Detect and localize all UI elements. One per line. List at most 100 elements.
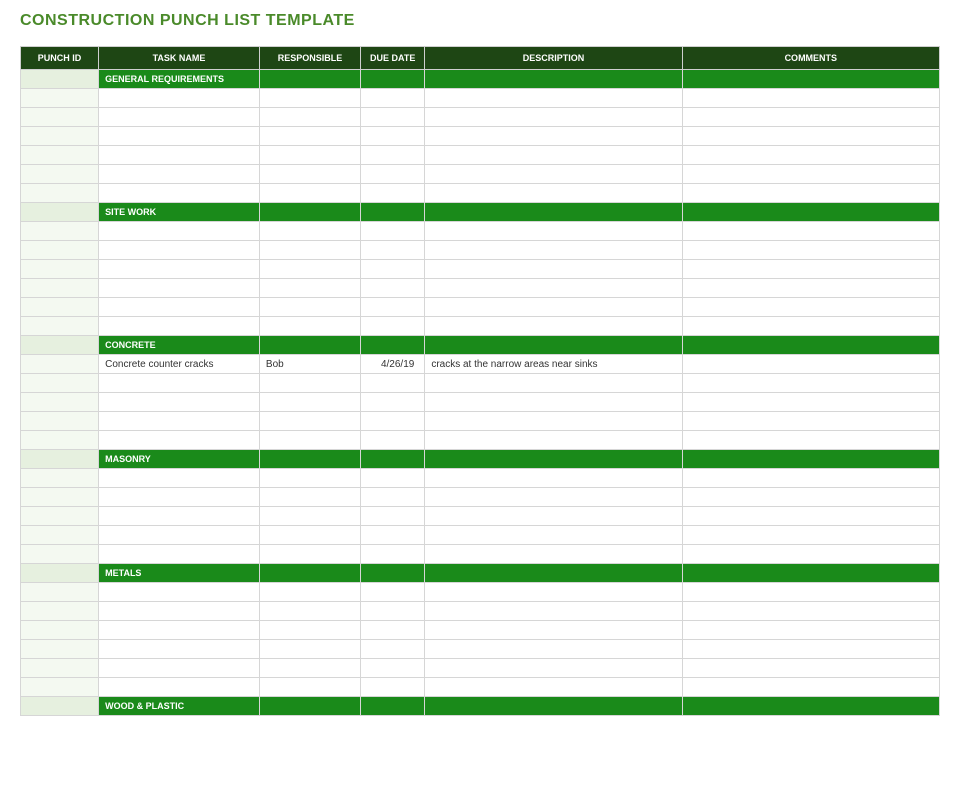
cell-comments[interactable] xyxy=(682,298,939,317)
cell-task-name[interactable] xyxy=(99,621,260,640)
cell-punch-id[interactable] xyxy=(21,621,99,640)
cell-task-name[interactable]: Concrete counter cracks xyxy=(99,355,260,374)
cell-task-name[interactable] xyxy=(99,241,260,260)
cell-comments[interactable] xyxy=(682,469,939,488)
cell-responsible[interactable] xyxy=(259,108,360,127)
cell-description[interactable] xyxy=(425,241,682,260)
cell-due-date[interactable] xyxy=(361,374,425,393)
cell-description[interactable] xyxy=(425,108,682,127)
cell-responsible[interactable] xyxy=(259,374,360,393)
cell-description[interactable] xyxy=(425,393,682,412)
cell-due-date[interactable] xyxy=(361,431,425,450)
cell-description[interactable] xyxy=(425,222,682,241)
cell-punch-id[interactable] xyxy=(21,241,99,260)
cell-punch-id[interactable] xyxy=(21,374,99,393)
cell-punch-id[interactable] xyxy=(21,545,99,564)
cell-task-name[interactable] xyxy=(99,89,260,108)
cell-responsible[interactable] xyxy=(259,317,360,336)
cell-description[interactable] xyxy=(425,678,682,697)
cell-due-date[interactable] xyxy=(361,659,425,678)
cell-task-name[interactable] xyxy=(99,602,260,621)
cell-description[interactable] xyxy=(425,602,682,621)
cell-description[interactable] xyxy=(425,545,682,564)
cell-responsible[interactable] xyxy=(259,488,360,507)
cell-due-date[interactable] xyxy=(361,488,425,507)
cell-responsible[interactable] xyxy=(259,659,360,678)
cell-responsible[interactable] xyxy=(259,602,360,621)
cell-task-name[interactable] xyxy=(99,583,260,602)
cell-description[interactable] xyxy=(425,260,682,279)
cell-task-name[interactable] xyxy=(99,374,260,393)
cell-responsible[interactable] xyxy=(259,298,360,317)
cell-task-name[interactable] xyxy=(99,431,260,450)
section-punch-id-cell[interactable] xyxy=(21,203,99,222)
cell-description[interactable] xyxy=(425,431,682,450)
cell-description[interactable]: cracks at the narrow areas near sinks xyxy=(425,355,682,374)
cell-responsible[interactable] xyxy=(259,89,360,108)
cell-comments[interactable] xyxy=(682,488,939,507)
cell-punch-id[interactable] xyxy=(21,602,99,621)
cell-responsible[interactable] xyxy=(259,583,360,602)
cell-comments[interactable] xyxy=(682,241,939,260)
cell-task-name[interactable] xyxy=(99,488,260,507)
cell-comments[interactable] xyxy=(682,621,939,640)
cell-task-name[interactable] xyxy=(99,146,260,165)
cell-responsible[interactable] xyxy=(259,469,360,488)
cell-punch-id[interactable] xyxy=(21,355,99,374)
section-punch-id-cell[interactable] xyxy=(21,564,99,583)
cell-description[interactable] xyxy=(425,279,682,298)
cell-comments[interactable] xyxy=(682,317,939,336)
cell-punch-id[interactable] xyxy=(21,127,99,146)
cell-responsible[interactable] xyxy=(259,412,360,431)
cell-due-date[interactable] xyxy=(361,412,425,431)
cell-due-date[interactable] xyxy=(361,583,425,602)
cell-description[interactable] xyxy=(425,507,682,526)
cell-responsible[interactable] xyxy=(259,431,360,450)
cell-due-date[interactable] xyxy=(361,108,425,127)
cell-punch-id[interactable] xyxy=(21,317,99,336)
cell-comments[interactable] xyxy=(682,222,939,241)
cell-responsible[interactable] xyxy=(259,640,360,659)
cell-task-name[interactable] xyxy=(99,526,260,545)
cell-due-date[interactable] xyxy=(361,241,425,260)
cell-responsible[interactable] xyxy=(259,146,360,165)
cell-description[interactable] xyxy=(425,127,682,146)
cell-due-date[interactable] xyxy=(361,184,425,203)
cell-comments[interactable] xyxy=(682,108,939,127)
cell-punch-id[interactable] xyxy=(21,431,99,450)
cell-comments[interactable] xyxy=(682,184,939,203)
cell-comments[interactable] xyxy=(682,507,939,526)
cell-comments[interactable] xyxy=(682,374,939,393)
cell-punch-id[interactable] xyxy=(21,222,99,241)
cell-description[interactable] xyxy=(425,526,682,545)
cell-punch-id[interactable] xyxy=(21,526,99,545)
cell-comments[interactable] xyxy=(682,393,939,412)
section-punch-id-cell[interactable] xyxy=(21,70,99,89)
cell-punch-id[interactable] xyxy=(21,640,99,659)
cell-task-name[interactable] xyxy=(99,678,260,697)
cell-due-date[interactable]: 4/26/19 xyxy=(361,355,425,374)
cell-task-name[interactable] xyxy=(99,184,260,203)
cell-due-date[interactable] xyxy=(361,279,425,298)
cell-description[interactable] xyxy=(425,374,682,393)
cell-task-name[interactable] xyxy=(99,393,260,412)
cell-due-date[interactable] xyxy=(361,621,425,640)
cell-comments[interactable] xyxy=(682,260,939,279)
cell-task-name[interactable] xyxy=(99,545,260,564)
cell-punch-id[interactable] xyxy=(21,507,99,526)
cell-task-name[interactable] xyxy=(99,260,260,279)
cell-responsible[interactable] xyxy=(259,184,360,203)
cell-description[interactable] xyxy=(425,89,682,108)
cell-description[interactable] xyxy=(425,583,682,602)
cell-due-date[interactable] xyxy=(361,640,425,659)
cell-due-date[interactable] xyxy=(361,545,425,564)
cell-comments[interactable] xyxy=(682,355,939,374)
cell-due-date[interactable] xyxy=(361,602,425,621)
cell-comments[interactable] xyxy=(682,545,939,564)
cell-punch-id[interactable] xyxy=(21,393,99,412)
cell-description[interactable] xyxy=(425,469,682,488)
cell-comments[interactable] xyxy=(682,659,939,678)
cell-description[interactable] xyxy=(425,298,682,317)
cell-punch-id[interactable] xyxy=(21,146,99,165)
cell-punch-id[interactable] xyxy=(21,488,99,507)
